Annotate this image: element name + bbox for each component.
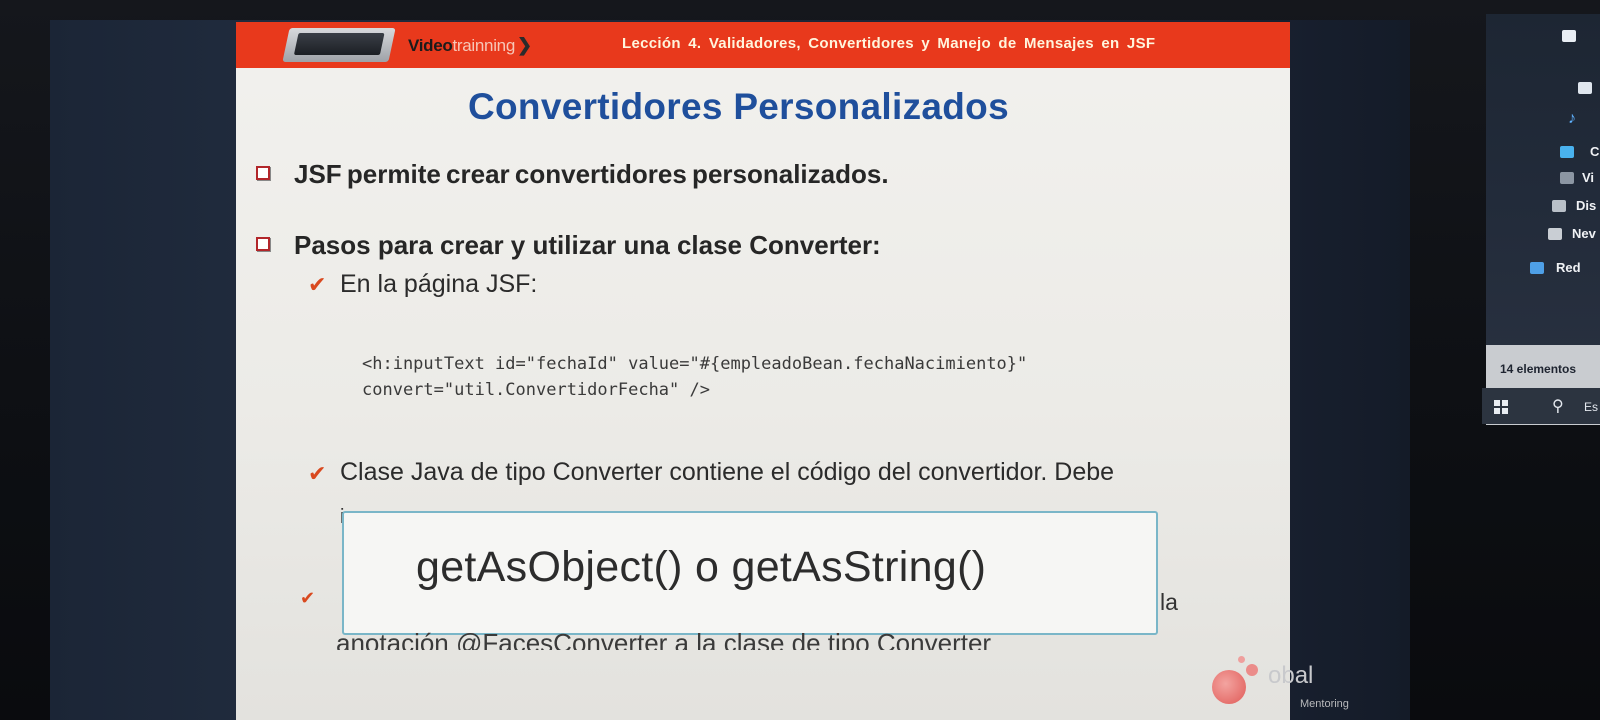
sub-item-text: Clase Java de tipo Converter contiene el… xyxy=(340,458,1115,486)
bullet-text: JSF permite crear convertidores personal… xyxy=(294,159,889,189)
checkmark-icon: ✔ xyxy=(308,272,327,297)
bullet-square-icon xyxy=(256,166,270,180)
drive-icon[interactable] xyxy=(1548,228,1562,240)
caption-overlay-box: getAsObject() o getAsString() xyxy=(342,511,1158,635)
checkmark-icon: ✔ xyxy=(308,461,327,486)
slide-title: Convertidores Personalizados xyxy=(468,86,1009,127)
laptop-logo-icon xyxy=(282,28,396,62)
image-icon[interactable] xyxy=(1578,82,1592,94)
checkmark-icon: ✔ xyxy=(300,588,316,608)
sidebar-item-label[interactable]: Vi xyxy=(1582,170,1594,185)
music-icon[interactable]: ♪ xyxy=(1568,110,1582,127)
sidebar-item-label[interactable]: Red xyxy=(1556,260,1581,275)
disk-icon[interactable] xyxy=(1552,200,1566,212)
code-line: convert="util.ConvertidorFecha" /> xyxy=(362,380,710,400)
code-line: <h:inputText id="fechaId" value="#{emple… xyxy=(362,354,1028,374)
item-count: 14 elementos xyxy=(1500,362,1577,376)
logo-dot-icon xyxy=(1238,656,1245,663)
brand-text-video: Video xyxy=(408,36,453,55)
search-input[interactable]: Es xyxy=(1584,400,1598,414)
sidebar-item-label[interactable]: C xyxy=(1590,144,1599,159)
folder-icon[interactable] xyxy=(1560,146,1574,158)
sidebar-item-label[interactable]: Nev xyxy=(1572,226,1596,241)
footer-logo-text: obal xyxy=(1268,662,1314,689)
logo-dot-icon xyxy=(1246,664,1258,676)
network-icon[interactable] xyxy=(1530,262,1544,274)
chevron-right-icon: ❯ xyxy=(517,35,532,55)
partial-text-right: la xyxy=(1160,589,1178,615)
sub-item-text: En la página JSF: xyxy=(340,270,538,298)
bullet-square-icon xyxy=(256,237,270,251)
sidebar-item-label[interactable]: Dis xyxy=(1576,198,1596,213)
caption-text: getAsObject() o getAsString() xyxy=(416,543,987,591)
brand-logo: Videotrainning ❯ xyxy=(408,35,532,56)
folder-icon[interactable] xyxy=(1562,30,1576,42)
slide-header: Videotrainning ❯ Lección 4. Validadores, … xyxy=(236,22,1290,68)
windows-start-icon[interactable] xyxy=(1494,400,1508,414)
lesson-title: Lección 4. Validadores, Convertidores y … xyxy=(622,35,1156,52)
footer-logo-subtext: Mentoring xyxy=(1300,698,1349,710)
bullet-text: Pasos para crear y utilizar una clase Co… xyxy=(294,230,881,260)
search-icon[interactable]: ⚲ xyxy=(1552,396,1564,416)
video-icon[interactable] xyxy=(1560,172,1574,184)
brand-text-trainning: trainning xyxy=(452,36,515,55)
partial-text-bottom: anotación @FacesConverter a la clase de … xyxy=(336,628,992,650)
globe-logo-icon xyxy=(1212,670,1246,704)
